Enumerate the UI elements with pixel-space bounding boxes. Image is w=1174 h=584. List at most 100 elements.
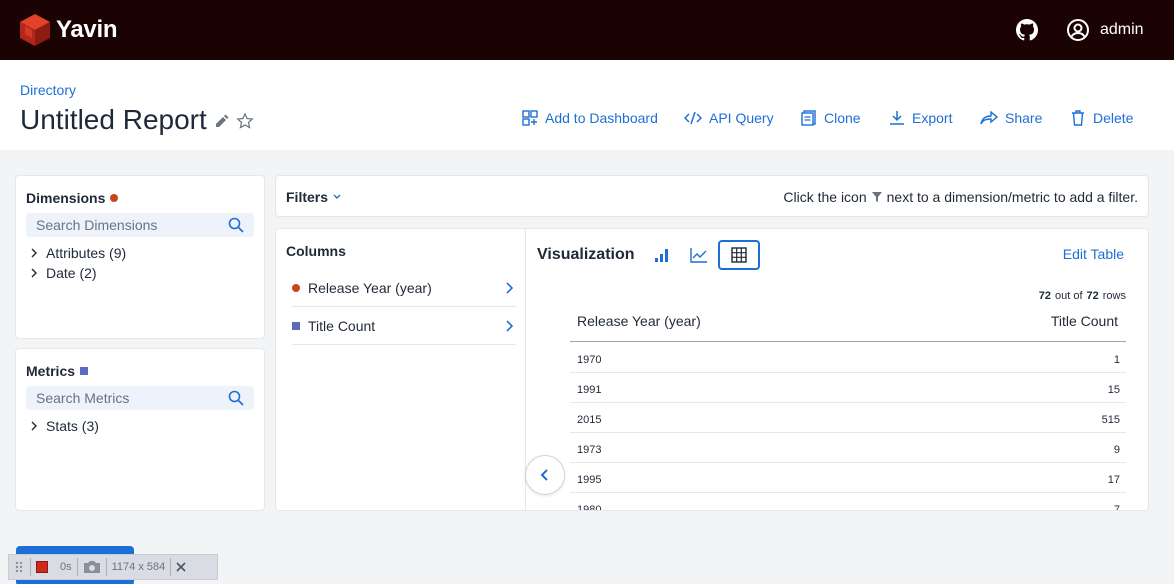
collapse-columns-button[interactable] bbox=[525, 455, 565, 495]
table-row: 1980 7 bbox=[570, 493, 1126, 511]
filter-icon bbox=[871, 192, 882, 202]
dimension-group-label: Attributes (9) bbox=[46, 245, 127, 261]
chevron-right-icon bbox=[31, 421, 37, 431]
delete-button[interactable]: Delete bbox=[1070, 110, 1133, 126]
api-query-label: API Query bbox=[709, 110, 774, 126]
add-to-dashboard-button[interactable]: Add to Dashboard bbox=[522, 110, 658, 126]
dimension-group-attributes[interactable]: Attributes (9) bbox=[30, 245, 126, 261]
metric-group-stats[interactable]: Stats (3) bbox=[30, 418, 99, 434]
star-icon[interactable] bbox=[236, 112, 254, 130]
clone-button[interactable]: Clone bbox=[801, 110, 861, 126]
api-query-button[interactable]: API Query bbox=[684, 110, 774, 126]
table-button[interactable] bbox=[718, 240, 760, 270]
filters-label: Filters bbox=[286, 189, 329, 205]
table-cell-count: 7 bbox=[1113, 504, 1120, 511]
add-to-dashboard-label: Add to Dashboard bbox=[545, 110, 658, 126]
filters-hint-prefix: Click the icon bbox=[783, 189, 867, 205]
export-icon bbox=[890, 111, 904, 125]
export-button[interactable]: Export bbox=[889, 110, 952, 126]
table-cell-year: 1973 bbox=[577, 444, 602, 456]
clone-icon bbox=[801, 110, 816, 126]
metric-marker bbox=[292, 321, 300, 330]
viewport-size: 1174 x 584 bbox=[111, 561, 166, 573]
chevron-down-icon bbox=[333, 194, 341, 199]
row-count-out-of: out of bbox=[1054, 290, 1083, 302]
dimension-group-label: Date (2) bbox=[46, 265, 97, 281]
table-cell-year: 2015 bbox=[577, 414, 602, 426]
visualization-type-switcher bbox=[642, 240, 760, 270]
search-icon[interactable] bbox=[228, 217, 244, 233]
table-cell-year: 1991 bbox=[577, 384, 602, 396]
stop-record-icon[interactable] bbox=[36, 561, 48, 573]
table-cell-count: 15 bbox=[1107, 384, 1120, 396]
chevron-right-icon[interactable] bbox=[504, 281, 514, 295]
table-cell-count: 9 bbox=[1113, 444, 1120, 456]
drag-handle-icon[interactable] bbox=[13, 559, 25, 575]
visualization-panel: Visualization Edit Table 72 out of 72 rows … bbox=[525, 228, 1149, 511]
filters-hint-suffix: next to a dimension/metric to add a filt… bbox=[886, 189, 1138, 205]
chevron-left-icon bbox=[540, 469, 548, 481]
metrics-title: Metrics bbox=[26, 363, 89, 379]
export-label: Export bbox=[912, 110, 953, 126]
table-header-divider bbox=[570, 341, 1126, 342]
table-row: 1973 9 bbox=[570, 433, 1126, 463]
dimension-group-date[interactable]: Date (2) bbox=[30, 265, 97, 281]
metrics-panel: Metrics Stats (3) bbox=[15, 348, 265, 511]
table-header-title-count[interactable]: Title Count bbox=[1051, 313, 1118, 329]
table-cell-year: 1995 bbox=[577, 474, 602, 486]
columns-panel: Columns Release Year (year) Title Count bbox=[275, 228, 525, 511]
table-row: 1991 15 bbox=[570, 373, 1126, 403]
user-menu[interactable]: admin bbox=[1066, 18, 1144, 42]
table-cell-count: 515 bbox=[1101, 414, 1120, 426]
filters-toggle[interactable]: Filters bbox=[286, 189, 342, 205]
column-item-release-year[interactable]: Release Year (year) bbox=[292, 269, 516, 307]
app-name: Yavin bbox=[56, 16, 118, 43]
metric-group-label: Stats (3) bbox=[46, 418, 99, 434]
user-icon bbox=[1067, 19, 1089, 41]
edit-table-button[interactable]: Edit Table bbox=[1063, 246, 1124, 262]
metrics-search-input[interactable] bbox=[26, 390, 216, 406]
table-icon bbox=[731, 247, 747, 263]
chevron-right-icon[interactable] bbox=[504, 319, 514, 333]
dimension-marker bbox=[292, 283, 300, 292]
column-label: Release Year (year) bbox=[308, 279, 432, 296]
table-row: 2015 515 bbox=[570, 403, 1126, 433]
table-cell-count: 1 bbox=[1113, 354, 1120, 366]
page-title: Untitled Report bbox=[20, 104, 207, 135]
dimensions-panel: Dimensions Attributes (9) Date (2) bbox=[15, 175, 265, 339]
table-header-release-year[interactable]: Release Year (year) bbox=[577, 313, 701, 329]
share-button[interactable]: Share bbox=[980, 110, 1042, 126]
edit-icon[interactable] bbox=[214, 112, 230, 128]
line-chart-icon bbox=[690, 248, 707, 263]
bar-chart-icon bbox=[655, 249, 668, 262]
search-icon[interactable] bbox=[228, 390, 244, 406]
breadcrumb[interactable]: Directory bbox=[20, 82, 76, 98]
table-row: 1995 17 bbox=[570, 463, 1126, 493]
clone-label: Clone bbox=[824, 110, 861, 126]
metrics-search[interactable] bbox=[26, 386, 254, 410]
github-icon[interactable] bbox=[1016, 19, 1038, 41]
dimensions-search-input[interactable] bbox=[26, 217, 216, 233]
delete-label: Delete bbox=[1093, 110, 1134, 126]
filters-bar: Filters Click the icon next to a dimensi… bbox=[275, 175, 1149, 217]
code-icon bbox=[684, 111, 702, 125]
dimensions-search[interactable] bbox=[26, 213, 254, 237]
row-count-shown: 72 bbox=[1038, 290, 1051, 302]
metrics-title-label: Metrics bbox=[26, 363, 76, 379]
table-cell-year: 1980 bbox=[577, 504, 602, 511]
metric-marker bbox=[80, 367, 89, 375]
dashboard-icon bbox=[522, 110, 538, 126]
table-cell-year: 1970 bbox=[577, 354, 602, 366]
share-icon bbox=[980, 110, 998, 125]
bar-chart-button[interactable] bbox=[642, 240, 680, 270]
top-navbar: Yavin admin bbox=[0, 0, 1174, 60]
share-label: Share bbox=[1005, 110, 1043, 126]
close-icon[interactable] bbox=[176, 562, 186, 572]
table-row: 1970 1 bbox=[570, 343, 1126, 373]
column-item-title-count[interactable]: Title Count bbox=[292, 307, 516, 345]
camera-icon[interactable] bbox=[83, 560, 101, 574]
visualization-title: Visualization bbox=[537, 246, 635, 263]
column-label: Title Count bbox=[308, 317, 376, 334]
app-logo[interactable]: Yavin bbox=[20, 14, 118, 46]
line-chart-button[interactable] bbox=[680, 240, 718, 270]
